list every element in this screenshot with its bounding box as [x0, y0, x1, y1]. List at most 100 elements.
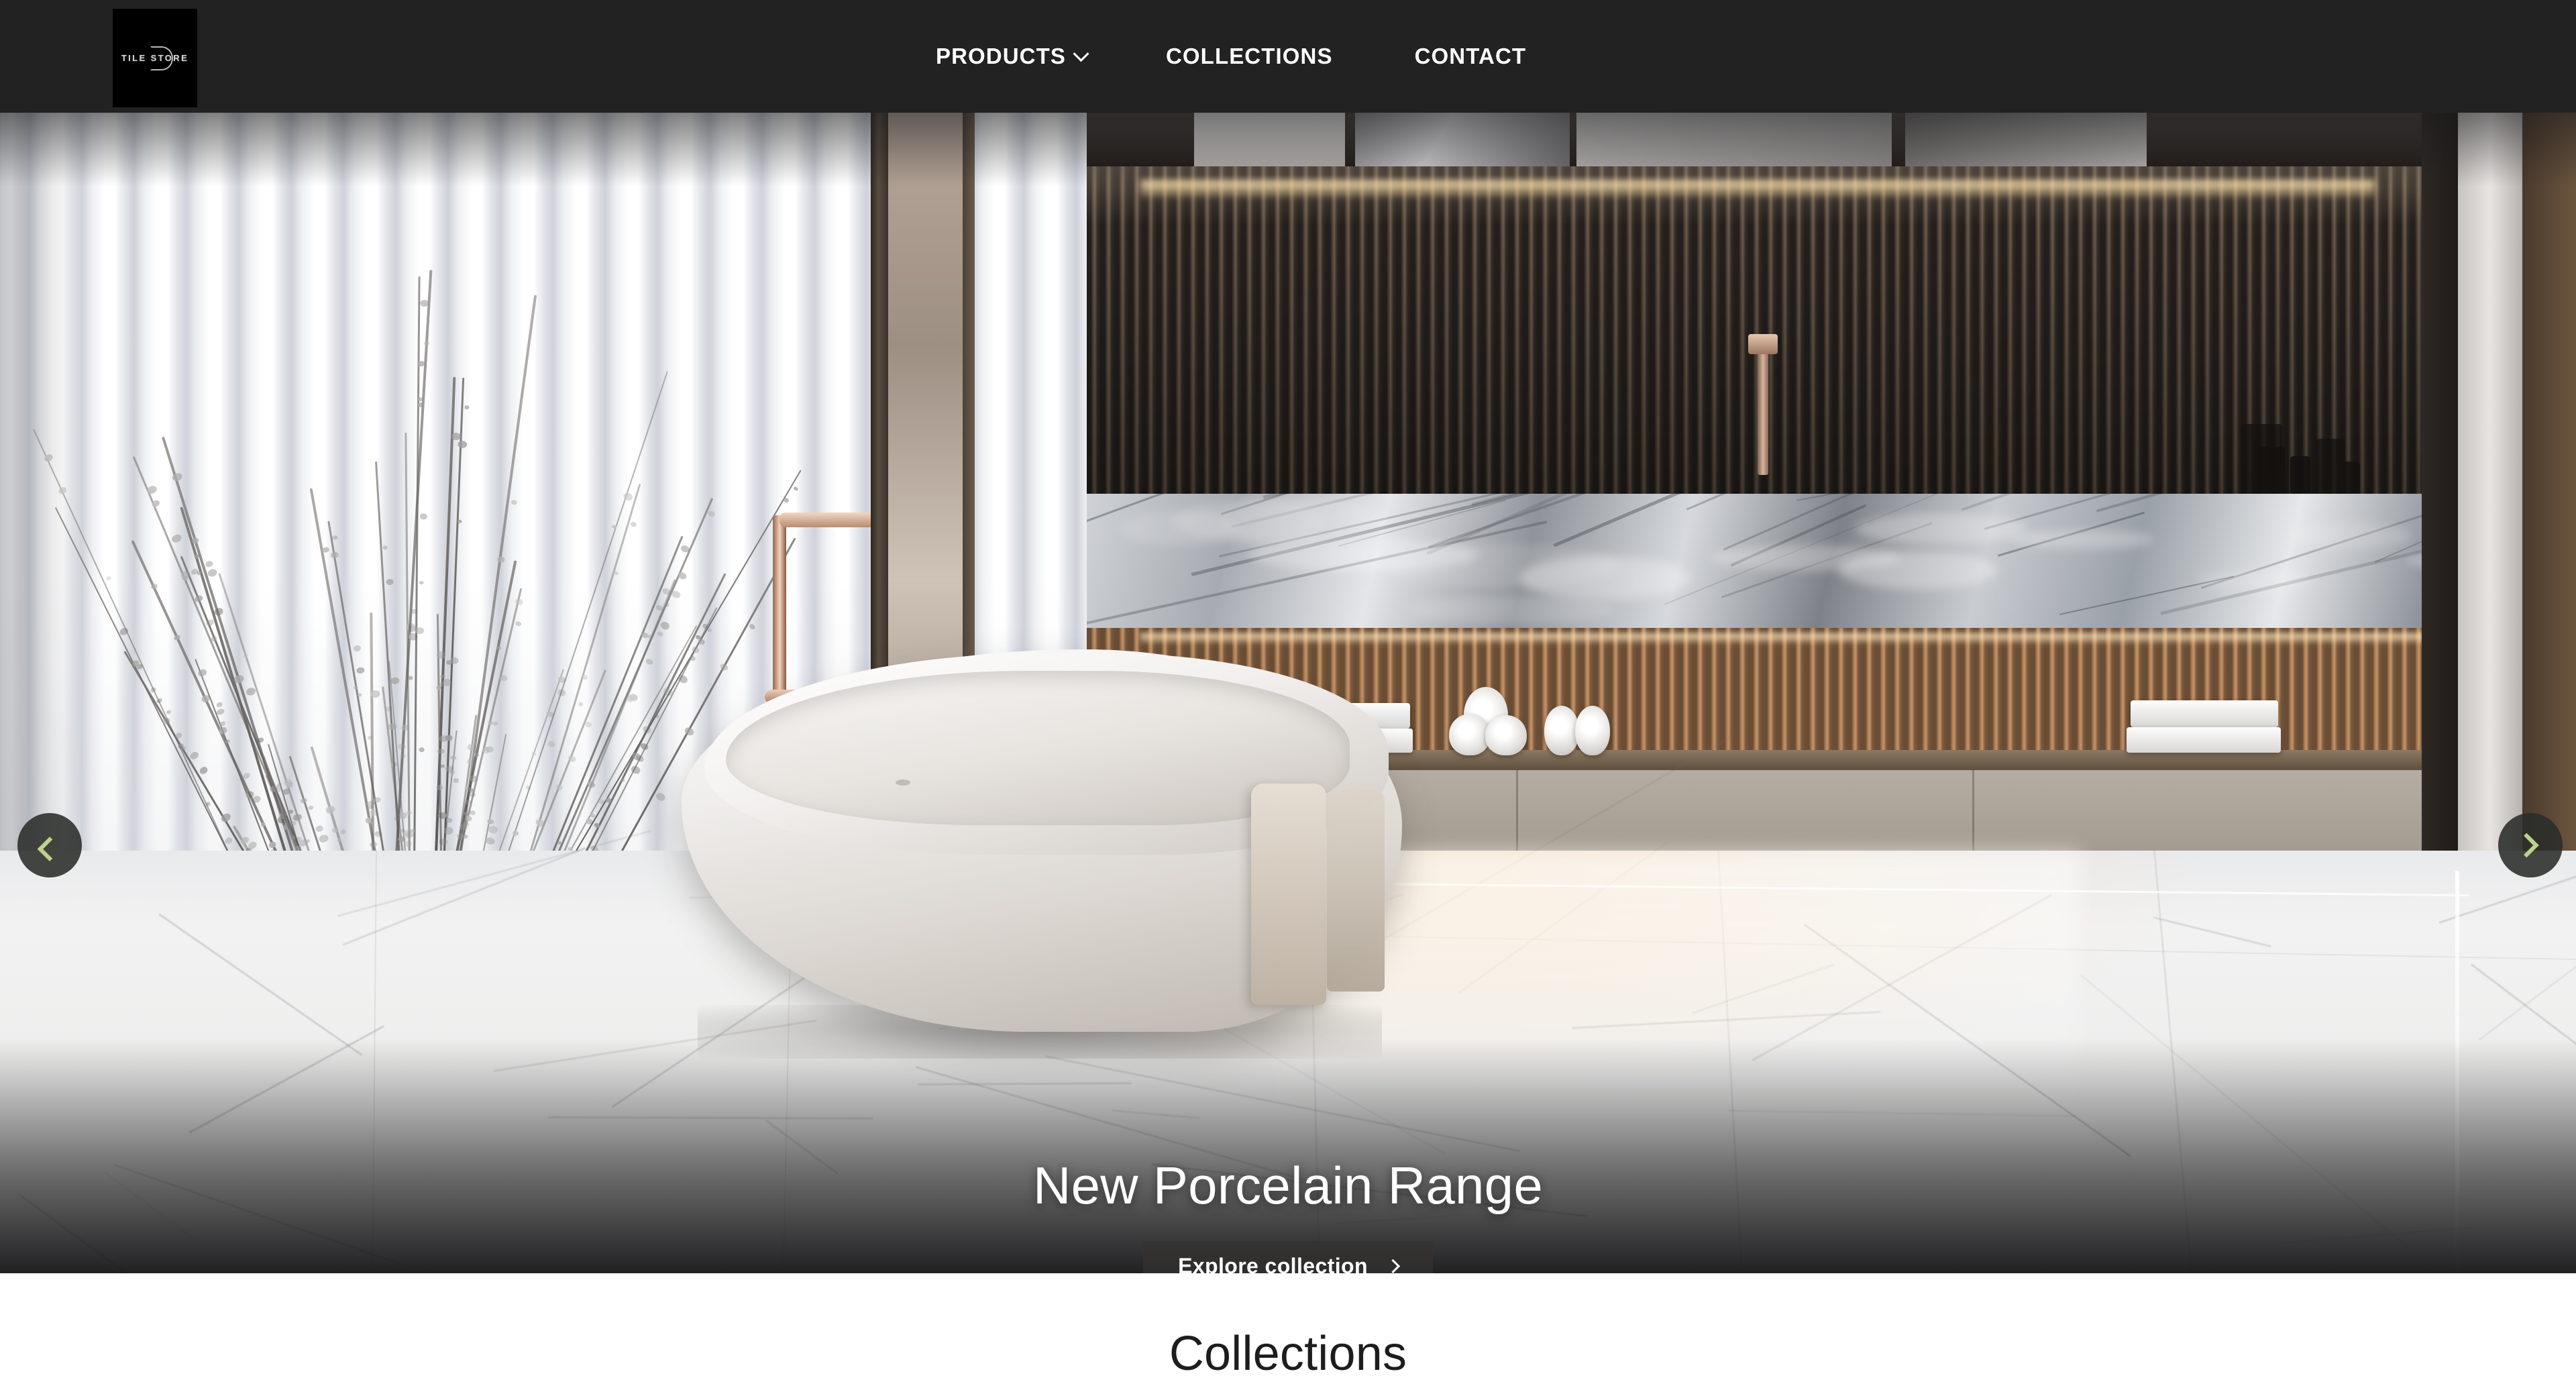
branch-bud	[707, 509, 716, 518]
doorway-column-dark	[2422, 113, 2458, 891]
marble-wisp	[1839, 551, 1998, 589]
nav-item-collections-label: COLLECTIONS	[1165, 44, 1333, 68]
wall-tap-left	[1748, 334, 1778, 475]
branch-bud	[318, 834, 329, 844]
branch-bud	[205, 559, 214, 568]
branch-bud	[397, 835, 405, 842]
branch-bud	[414, 627, 424, 635]
site-logo[interactable]: TILE STORE	[113, 9, 197, 107]
branch-bud	[339, 828, 347, 836]
explore-collection-label: Explore collection	[1178, 1254, 1368, 1273]
branch-bud	[531, 751, 537, 756]
floor-marble-vein	[189, 1025, 384, 1134]
marble-vein	[1961, 494, 2354, 511]
branch-bud	[233, 674, 245, 684]
branch-bud	[446, 660, 453, 665]
toiletry-bottle	[2290, 456, 2310, 494]
branch-bud	[336, 838, 342, 843]
branch-bud	[423, 340, 430, 345]
branch-bud	[464, 814, 474, 822]
branch-bud	[146, 484, 158, 496]
branch-bud	[307, 804, 315, 811]
branch-bud	[385, 578, 394, 586]
branch-bud	[462, 833, 468, 839]
branch-bud	[555, 784, 564, 791]
branch-bud	[408, 676, 413, 680]
chevron-right-icon	[2514, 833, 2539, 858]
nav-item-products[interactable]: PRODUCTS	[936, 44, 1089, 69]
explore-collection-button[interactable]: Explore collection	[1143, 1241, 1433, 1273]
branch-bud	[464, 405, 469, 409]
chevron-down-icon	[1073, 45, 1089, 62]
branch-bud	[683, 725, 696, 737]
marble-wisp	[2290, 522, 2412, 549]
branch-bud	[215, 701, 223, 708]
towel-roll-2	[1449, 714, 1491, 755]
branch-bud	[611, 524, 617, 529]
branch-bud	[215, 707, 225, 716]
branch-bud	[645, 657, 654, 666]
branch-bud	[612, 570, 619, 576]
nav-item-collections[interactable]: COLLECTIONS	[1166, 44, 1333, 69]
branch-bud	[331, 826, 339, 834]
branch-bud	[443, 826, 453, 835]
floor-reflection	[1275, 851, 2080, 1132]
branch-bud	[719, 662, 729, 672]
branch-bud	[697, 638, 706, 647]
branch-bud	[287, 809, 294, 814]
carousel-prev-button[interactable]	[17, 813, 82, 877]
branch-bud	[462, 821, 470, 827]
branch-bud	[242, 653, 249, 659]
doorway-column-wood	[2522, 113, 2576, 891]
branch-bud	[547, 739, 557, 748]
branch-bud	[436, 685, 441, 690]
branch-bud	[567, 753, 578, 763]
bathtub-overflow-vent	[896, 780, 910, 786]
branch-bud	[515, 597, 525, 606]
branch-bud	[511, 499, 518, 505]
mirror-reflection-c	[1576, 113, 1892, 169]
hero-overlay-content: New Porcelain Range Explore collection	[0, 1159, 2576, 1273]
branch-bud	[436, 784, 444, 790]
branch-bud	[437, 651, 447, 659]
branch-bud	[437, 748, 445, 755]
branch-bud	[356, 667, 366, 675]
branch-bud	[207, 568, 219, 578]
branch-bud	[581, 674, 588, 680]
toiletry-bottles	[2241, 415, 2368, 494]
branch-bud	[439, 735, 448, 743]
branch-bud	[166, 709, 172, 715]
marble-wisp	[1410, 596, 1615, 624]
branch-bud	[219, 720, 227, 727]
branch-bud	[400, 753, 407, 759]
marble-wisp	[2012, 530, 2154, 549]
branch-bud	[217, 725, 229, 735]
branch-bud	[198, 765, 209, 775]
branch-bud	[487, 825, 498, 835]
branch-bud	[410, 829, 415, 833]
branch-bud	[247, 840, 258, 851]
branch-bud	[512, 830, 519, 837]
branch-bud	[450, 755, 457, 760]
branch-bud	[403, 841, 413, 848]
branch-bud	[268, 840, 278, 849]
marble-wisp	[2198, 570, 2312, 591]
carousel-next-button[interactable]	[2498, 813, 2563, 877]
floor-marble-vein	[158, 912, 364, 1056]
toiletry-bottle	[2316, 439, 2345, 494]
branch-bud	[322, 546, 330, 553]
marble-backsplash	[1087, 494, 2576, 628]
branch-bud	[677, 571, 688, 581]
branch-bud	[654, 791, 667, 803]
doorway-column-light	[2458, 113, 2522, 891]
branch-bud	[330, 551, 339, 559]
branch-bud	[457, 440, 467, 448]
branch-bud	[325, 805, 336, 815]
branch-bud	[706, 627, 713, 633]
towel-roll-4	[1544, 706, 1579, 755]
branch-bud	[397, 743, 406, 751]
hero-carousel: New Porcelain Range Explore collection	[0, 113, 2576, 1273]
marble-wisp	[1856, 513, 2027, 544]
nav-item-contact[interactable]: CONTACT	[1415, 44, 1527, 69]
collections-heading: Collections	[1169, 1327, 1407, 1381]
